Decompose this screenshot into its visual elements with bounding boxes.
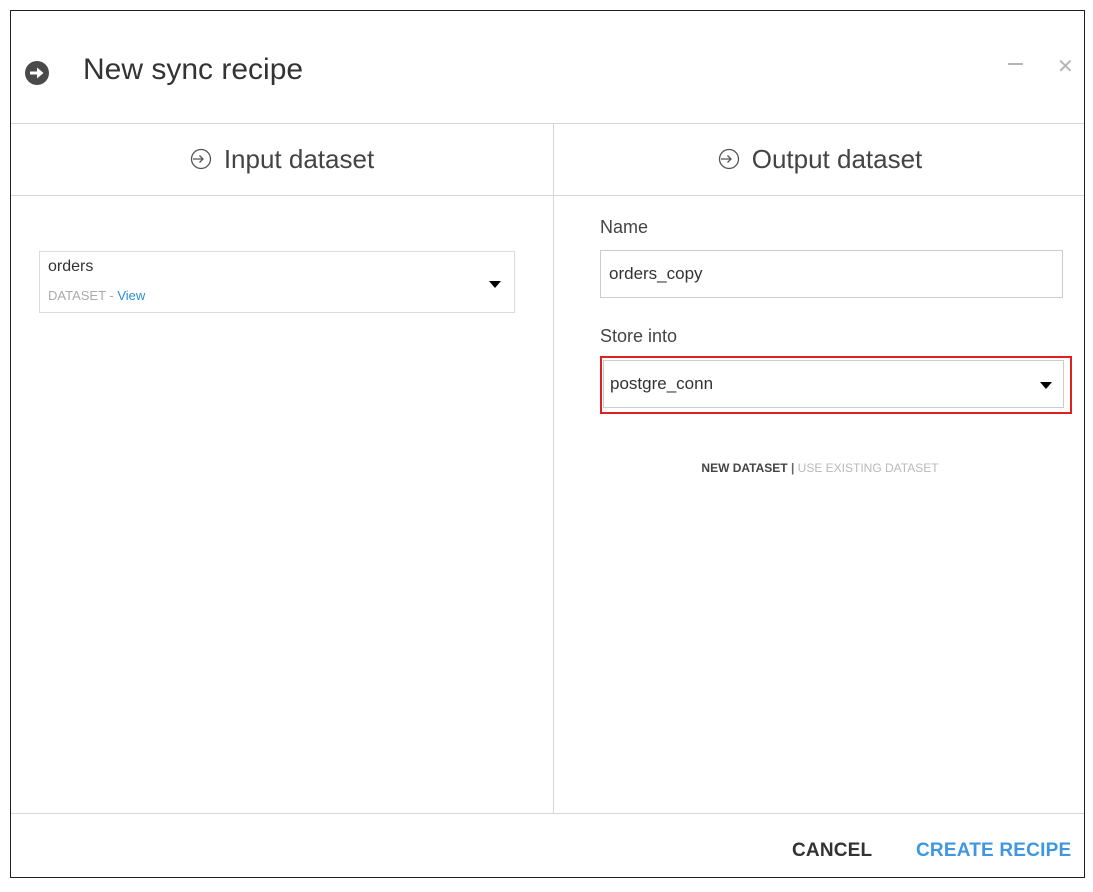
minimize-button[interactable] xyxy=(1006,53,1026,73)
store-into-label: Store into xyxy=(600,326,678,346)
enter-arrow-icon xyxy=(718,148,739,170)
input-dataset-select[interactable]: orders DATASET - View xyxy=(39,251,515,313)
dataset-mode-toggle: NEW DATASET | USE EXISTING DATASET xyxy=(554,461,1086,475)
caret-down-icon xyxy=(1040,382,1052,389)
output-dataset-title: Output dataset xyxy=(751,143,923,174)
view-link[interactable]: View xyxy=(117,288,145,303)
use-existing-dataset-tab[interactable]: USE EXISTING DATASET xyxy=(798,461,939,475)
new-sync-recipe-modal: New sync recipe ✕ Input dataset Output d… xyxy=(10,10,1085,878)
modal-title: New sync recipe xyxy=(83,53,304,86)
output-dataset-heading: Output dataset xyxy=(554,123,1086,195)
input-dataset-meta: DATASET - View xyxy=(48,288,145,303)
input-dataset-heading: Input dataset xyxy=(11,123,553,195)
columns-header: Input dataset Output dataset xyxy=(11,123,1084,196)
input-dataset-title: Input dataset xyxy=(223,143,375,174)
enter-arrow-icon xyxy=(190,148,211,170)
meta-separator: - xyxy=(105,288,118,303)
dataset-type-label: DATASET xyxy=(48,288,106,303)
cancel-button[interactable]: CANCEL xyxy=(792,840,872,862)
input-dataset-name: orders xyxy=(48,258,94,275)
store-into-value: postgre_conn xyxy=(610,374,714,393)
modal-footer: CANCEL CREATE RECIPE xyxy=(11,813,1084,879)
toggle-separator: | xyxy=(787,461,798,475)
close-icon[interactable]: ✕ xyxy=(1057,57,1074,77)
modal-header: New sync recipe ✕ xyxy=(11,11,1084,124)
create-recipe-button[interactable]: CREATE RECIPE xyxy=(916,840,1071,862)
caret-down-icon xyxy=(489,281,501,288)
name-label: Name xyxy=(600,217,649,237)
output-name-input[interactable] xyxy=(600,250,1063,298)
store-into-select[interactable]: postgre_conn xyxy=(603,360,1064,408)
circle-arrow-right-icon xyxy=(25,61,49,85)
new-dataset-tab[interactable]: NEW DATASET xyxy=(701,461,787,475)
